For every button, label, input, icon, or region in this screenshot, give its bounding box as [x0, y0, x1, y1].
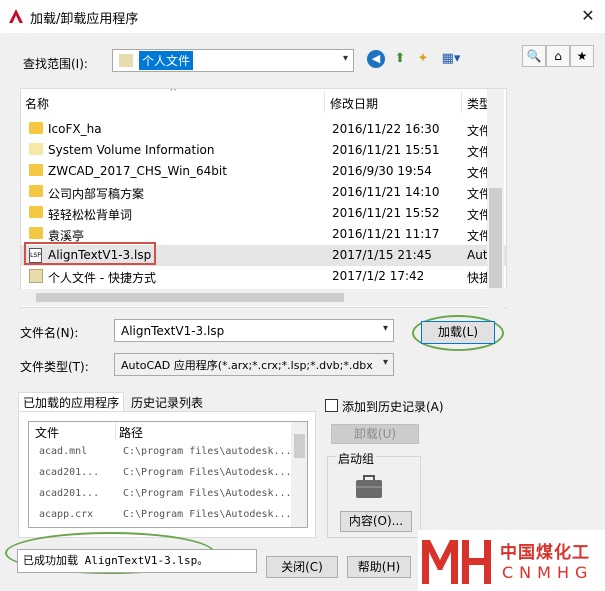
selection-highlight-box [24, 242, 156, 265]
window-title: 加载/卸载应用程序 [30, 12, 139, 27]
filename-combo[interactable]: AlignTextV1-3.lsp ▾ [114, 319, 394, 342]
new-folder-icon[interactable]: ✦ [413, 49, 433, 69]
up-folder-icon[interactable]: ⬆ [390, 49, 410, 69]
autocad-logo-icon [9, 9, 23, 23]
tab-loaded-apps[interactable]: 已加载的应用程序 [18, 392, 125, 412]
filename-label: 文件名(N): [20, 326, 79, 340]
file-list: ^ 名称 修改日期 类型 IcoFX_ha 2016/11/22 16:30 文… [20, 88, 507, 308]
file-row[interactable]: System Volume Information 2016/11/21 15:… [21, 140, 506, 161]
lookin-value: 个人文件 [139, 51, 194, 70]
app-row-file[interactable]: acad201... [39, 467, 99, 478]
filetype-label: 文件类型(T): [20, 360, 89, 374]
unload-button[interactable]: 卸载(U) [331, 424, 419, 444]
cnmhg-logo-icon [422, 540, 491, 584]
loaded-apps-list: 文件 路径 acad.mnl C:\program files\autodesk… [28, 421, 308, 528]
views-menu-icon[interactable]: ▦▾ [438, 49, 464, 69]
vertical-scroll-thumb[interactable] [489, 188, 502, 288]
horizontal-scroll-thumb[interactable] [36, 293, 344, 302]
filetype-combo[interactable]: AutoCAD 应用程序(*.arx;*.crx;*.lsp;*.dvb;*.d… [114, 353, 394, 376]
folder-icon [29, 185, 43, 197]
column-header-name[interactable]: 名称 [25, 95, 49, 112]
app-row-file[interactable]: acapp.crx [39, 509, 93, 520]
app-row-path: C:\Program Files\Autodesk... [123, 509, 292, 520]
app-row-file[interactable]: acad201... [39, 488, 99, 499]
locations-icon[interactable]: ⌂ [546, 45, 570, 67]
column-header-modified[interactable]: 修改日期 [330, 95, 378, 112]
watermark-cn-text: 中国煤化工 [500, 543, 590, 563]
sort-caret-icon: ^ [169, 88, 178, 98]
startup-group-label: 启动组 [336, 450, 377, 467]
add-history-label: 添加到历史记录(A) [342, 400, 444, 414]
app-column-path[interactable]: 路径 [119, 424, 143, 441]
folder-icon [29, 143, 43, 155]
app-row-path: C:\program files\autodesk... [123, 446, 292, 457]
folder-icon [29, 227, 43, 239]
lookin-label: 查找范围(I): [23, 57, 88, 71]
chevron-down-icon: ▾ [382, 323, 388, 334]
find-icon[interactable]: 🔍 [522, 45, 546, 67]
help-button[interactable]: 帮助(H) [347, 556, 411, 578]
briefcase-icon [356, 475, 382, 498]
load-button[interactable]: 加载(L) [421, 321, 495, 344]
filetype-value: AutoCAD 应用程序(*.arx;*.crx;*.lsp;*.dvb;*.d… [121, 358, 373, 372]
file-row[interactable]: 个人文件 - 快捷方式 2017/1/2 17:42 快捷 [21, 266, 506, 287]
close-icon[interactable]: ✕ [578, 6, 598, 26]
chevron-down-icon: ▾ [342, 53, 348, 64]
lookin-combo[interactable]: 个人文件 ▾ [112, 49, 354, 72]
file-row[interactable]: ZWCAD_2017_CHS_Win_64bit 2016/9/30 19:54… [21, 161, 506, 182]
app-list-scroll-thumb[interactable] [294, 434, 305, 458]
shortcut-icon [29, 269, 43, 283]
chevron-down-icon: ▾ [382, 357, 388, 368]
filename-value: AlignTextV1-3.lsp [121, 323, 225, 338]
title-bar: 加载/卸载应用程序 ✕ [0, 0, 605, 33]
folder-icon [29, 206, 43, 218]
app-row-path: C:\Program Files\Autodesk... [123, 488, 292, 499]
back-icon[interactable]: ◀ [367, 50, 385, 68]
status-field: 已成功加载 AlignTextV1-3.lsp。 [17, 549, 257, 573]
file-row[interactable]: 公司内部写稿方案 2016/11/21 14:10 文件 [21, 182, 506, 203]
watermark: 中国煤化工 CNMHG [418, 530, 605, 591]
app-row-file[interactable]: acad.mnl [39, 446, 87, 457]
folder-icon [29, 164, 43, 176]
watermark-en-text: CNMHG [502, 563, 594, 582]
file-row[interactable]: IcoFX_ha 2016/11/22 16:30 文件 [21, 119, 506, 140]
add-history-checkbox[interactable] [325, 399, 338, 412]
close-button[interactable]: 关闭(C) [266, 556, 338, 578]
app-row-path: C:\Program Files\Autodesk... [123, 467, 292, 478]
file-row[interactable]: 轻轻松松背单词 2016/11/21 15:52 文件 [21, 203, 506, 224]
app-column-file[interactable]: 文件 [35, 424, 59, 441]
folder-icon [29, 122, 43, 134]
favorites-icon[interactable]: ★ [570, 45, 594, 67]
folder-icon [119, 54, 133, 67]
contents-button[interactable]: 内容(O)... [340, 511, 412, 532]
